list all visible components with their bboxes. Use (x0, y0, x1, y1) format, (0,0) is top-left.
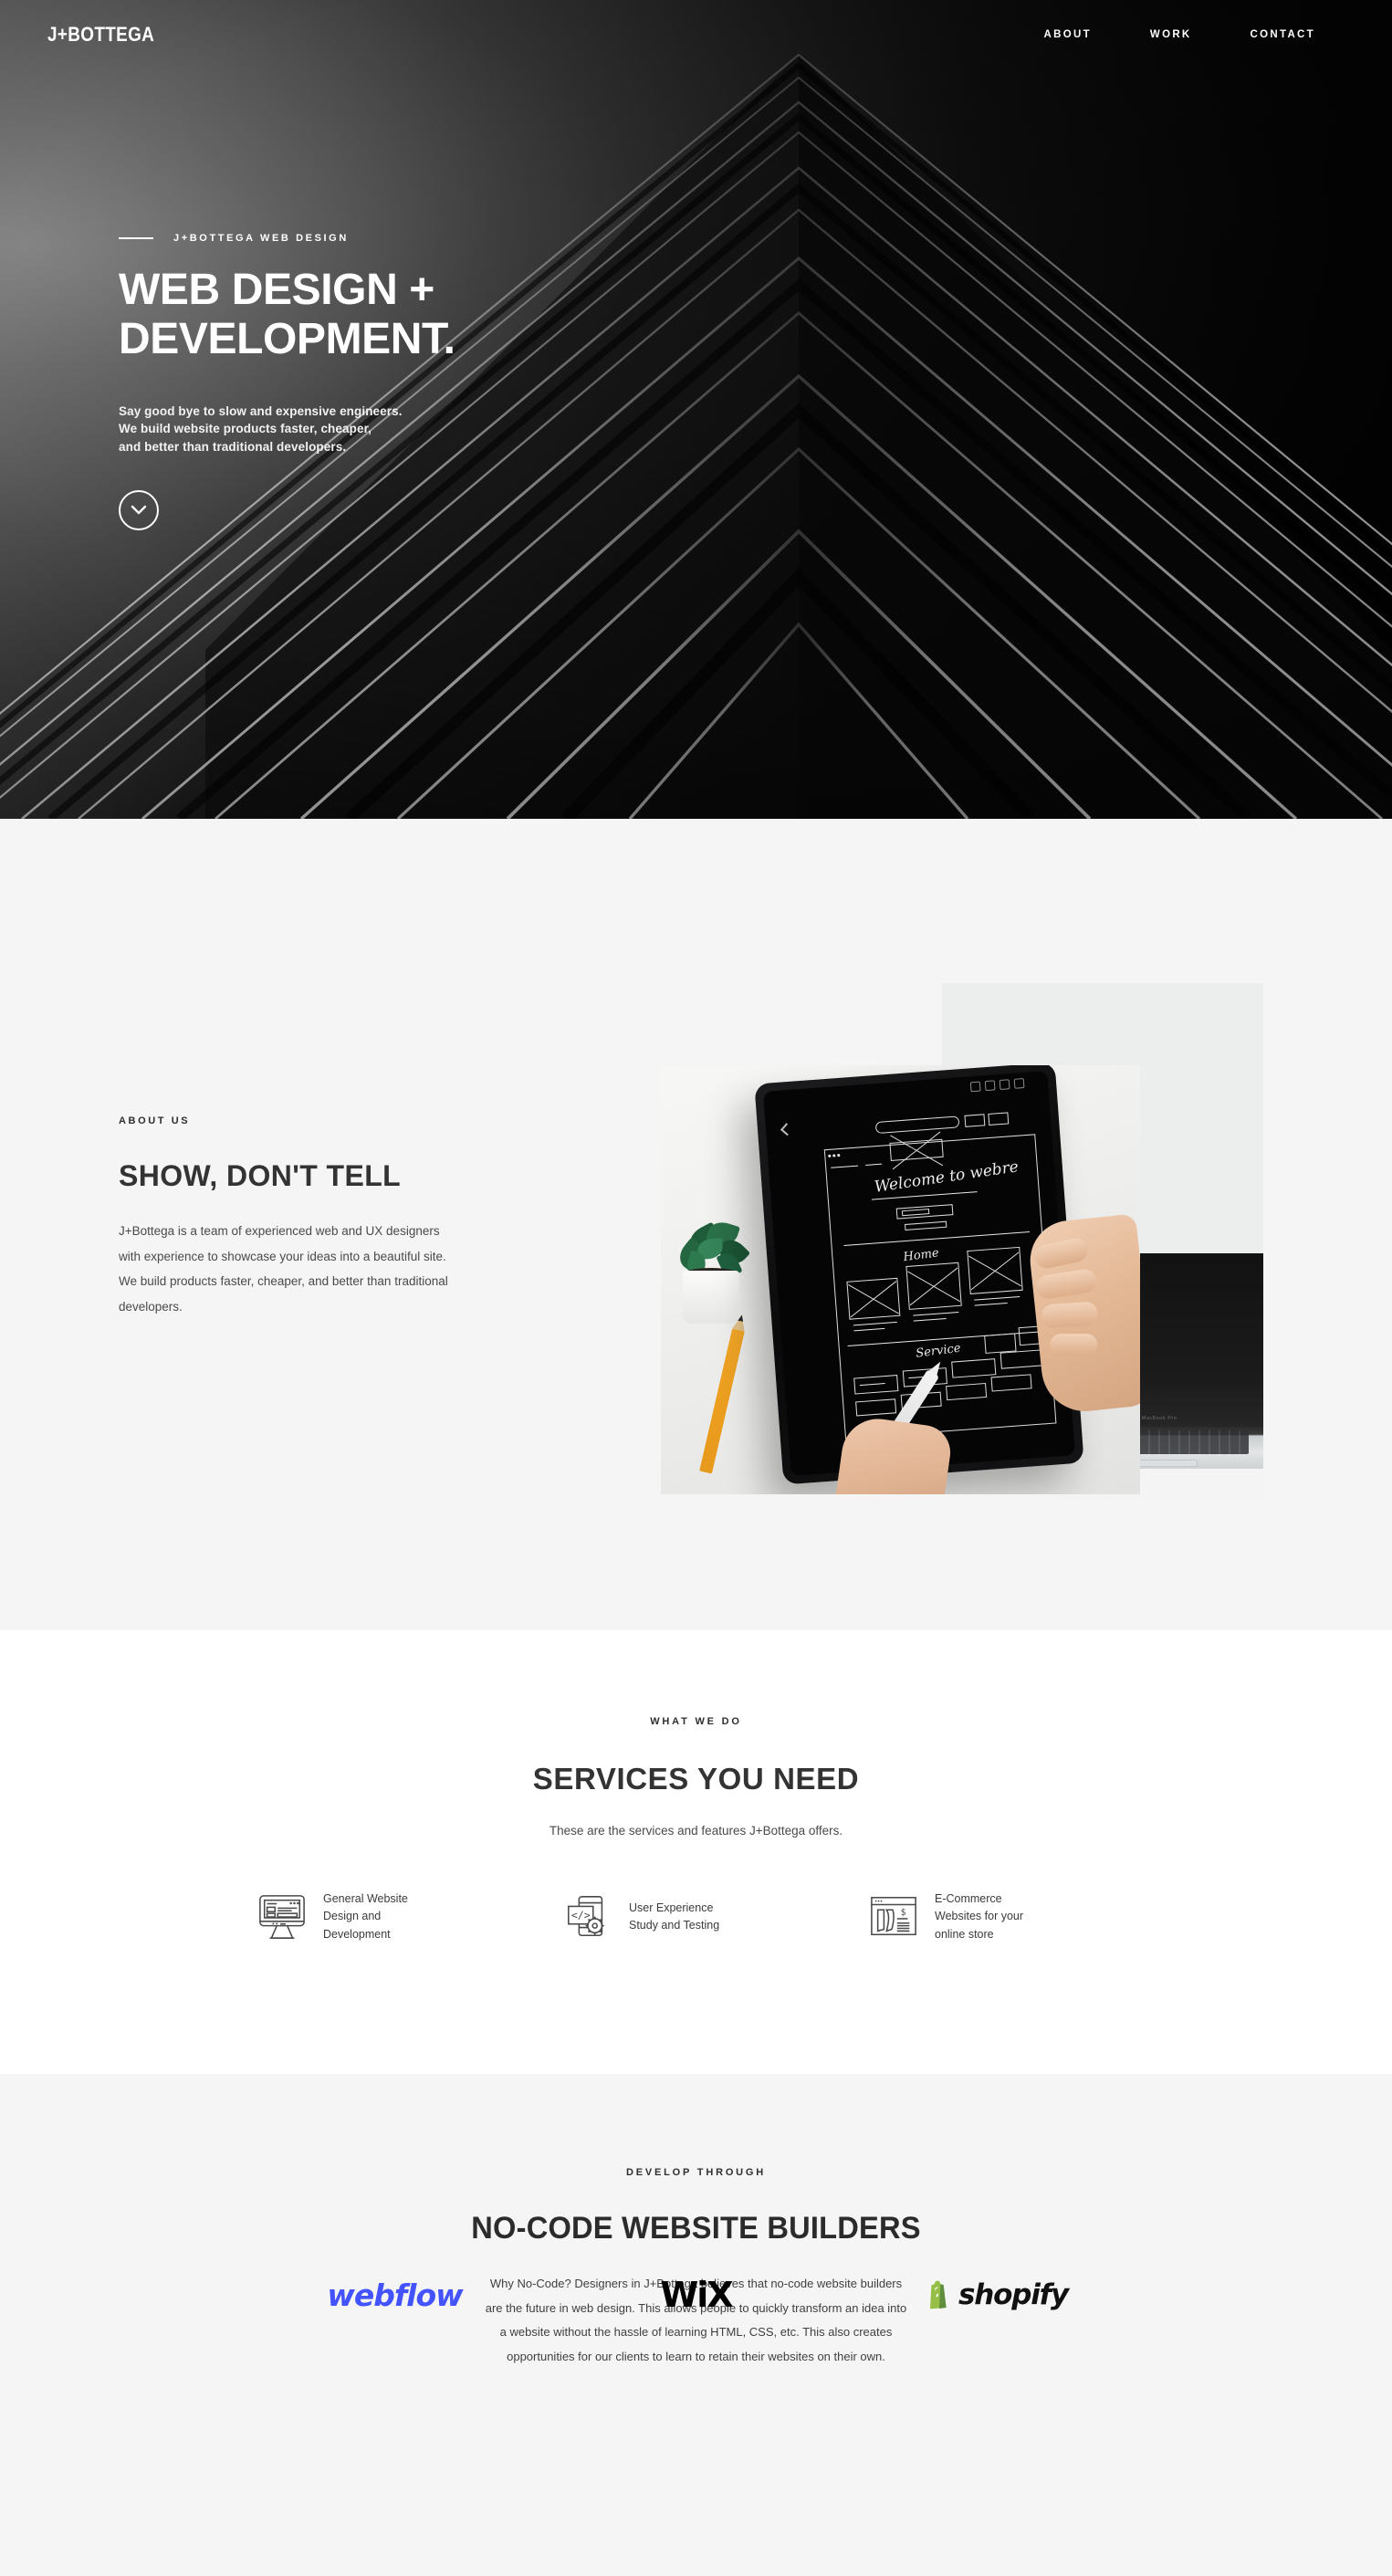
service-text-user-experience: User Experience Study and Testing (629, 1900, 719, 1935)
hero-subtitle-line-3: and better than traditional developers. (119, 439, 347, 454)
eyebrow-rule (119, 237, 153, 239)
hero-eyebrow-row: J+BOTTEGA WEB DESIGN (119, 233, 455, 244)
about-paragraph-line-4: developers. (119, 1300, 183, 1314)
tablet-toolbar-icons (969, 1078, 1025, 1093)
nav-link-about[interactable]: ABOUT (1015, 24, 1121, 46)
scroll-down-button[interactable] (119, 490, 159, 531)
service-3-line-3: online store (935, 1927, 994, 1941)
about-copy: ABOUT US SHOW, DON'T TELL J+Bottega is a… (119, 1115, 557, 1320)
service-item-general-website[interactable]: General Website Design and Development (237, 1890, 543, 1943)
tablet-photo: Welcome to webre Home Service (661, 1065, 1140, 1494)
service-item-ecommerce[interactable]: $ E-Commerce Websites for your online st… (849, 1890, 1155, 1943)
svg-text:</>: </> (571, 1909, 591, 1922)
shopify-bag-icon (930, 2280, 947, 2309)
about-heading: SHOW, DON'T TELL (119, 1159, 402, 1192)
hero-subtitle: Say good bye to slow and expensive engin… (119, 403, 455, 456)
service-3-line-2: Websites for your (935, 1910, 1024, 1923)
about-section: ABOUT US SHOW, DON'T TELL J+Bottega is a… (0, 819, 1392, 1630)
logo-cell-webflow[interactable]: webflow (245, 2267, 546, 2322)
wix-logo: WiX (660, 2275, 733, 2315)
hero-subtitle-line-1: Say good bye to slow and expensive engin… (119, 403, 403, 418)
nocode-paragraph-line-4: opportunities for our clients to learn t… (507, 2349, 885, 2363)
hero-content: J+BOTTEGA WEB DESIGN WEB DESIGN + DEVELO… (119, 233, 455, 531)
tablet-screen: Welcome to webre Home Service (762, 1071, 1076, 1476)
about-paragraph-line-2: with experience to showcase your ideas i… (119, 1249, 446, 1263)
hero-eyebrow: J+BOTTEGA WEB DESIGN (173, 233, 349, 244)
logo-cell-wix[interactable]: WiX (546, 2267, 847, 2322)
nav-link-contact[interactable]: CONTACT (1221, 24, 1345, 46)
about-kicker: ABOUT US (119, 1115, 191, 1126)
service-3-line-1: E-Commerce (935, 1892, 1002, 1905)
services-kicker: WHAT WE DO (650, 1716, 742, 1727)
services-heading: SERVICES YOU NEED (532, 1762, 860, 1796)
hero-title-line-2: DEVELOPMENT. (119, 314, 455, 363)
main-navigation: J+BOTTEGA ABOUT WORK CONTACT (0, 0, 1392, 69)
desktop-monitor-icon (259, 1895, 305, 1939)
nocode-section: DEVELOP THROUGH NO-CODE WEBSITE BUILDERS… (0, 2074, 1392, 2576)
svg-text:$: $ (901, 1908, 906, 1918)
back-arrow-icon (780, 1123, 794, 1136)
services-section: WHAT WE DO SERVICES YOU NEED These are t… (0, 1630, 1392, 2074)
hero-title: WEB DESIGN + DEVELOPMENT. (119, 266, 455, 364)
hero-title-line-1: WEB DESIGN + (119, 266, 434, 314)
services-list: General Website Design and Development <… (0, 1890, 1392, 1943)
chevron-down-icon (131, 505, 147, 515)
ecommerce-browser-icon: $ (871, 1897, 916, 1936)
services-subheading: These are the services and features J+Bo… (549, 1824, 843, 1838)
builder-logos: webflow WiX shopify (0, 2267, 1392, 2322)
service-item-user-experience[interactable]: </> User Experience Study and Testing (543, 1890, 849, 1943)
mobile-code-gear-icon: </> (568, 1896, 605, 1937)
service-1-line-2: Design and (323, 1910, 382, 1923)
site-logo[interactable]: J+BOTTEGA (47, 23, 154, 47)
service-2-line-2: Study and Testing (629, 1919, 720, 1932)
about-paragraph-line-1: J+Bottega is a team of experienced web a… (119, 1224, 440, 1238)
shopify-wordmark: shopify (958, 2278, 1069, 2311)
shopify-logo: shopify (926, 2278, 1069, 2311)
about-paragraph-line-3: We build products faster, cheaper, and b… (119, 1274, 448, 1289)
nocode-kicker: DEVELOP THROUGH (625, 2167, 767, 2178)
service-text-general-website: General Website Design and Development (323, 1890, 408, 1943)
service-text-ecommerce: E-Commerce Websites for your online stor… (935, 1890, 1023, 1943)
about-paragraph: J+Bottega is a team of experienced web a… (119, 1219, 557, 1320)
service-2-line-1: User Experience (629, 1901, 714, 1914)
nav-links: ABOUT WORK CONTACT (1015, 24, 1345, 46)
wireframe-sketch: Welcome to webre Home Service (822, 1112, 1061, 1468)
logo-cell-shopify[interactable]: shopify (847, 2267, 1148, 2322)
webflow-logo: webflow (327, 2277, 463, 2313)
service-1-line-3: Development (323, 1927, 391, 1941)
service-1-line-1: General Website (323, 1892, 408, 1905)
landing-page: J+BOTTEGA ABOUT WORK CONTACT J+BOTTEGA W… (0, 0, 1392, 2576)
hero-subtitle-line-2: We build website products faster, cheape… (119, 422, 372, 436)
nocode-paragraph-line-3: a website without the hassle of learning… (499, 2325, 893, 2340)
nav-link-work[interactable]: WORK (1121, 24, 1221, 46)
hero-section: J+BOTTEGA ABOUT WORK CONTACT J+BOTTEGA W… (0, 0, 1392, 819)
nocode-heading: NO-CODE WEBSITE BUILDERS (471, 2211, 921, 2246)
about-image-composition: MacBook Pro Welcome to webre Home Servic… (661, 983, 1263, 1649)
